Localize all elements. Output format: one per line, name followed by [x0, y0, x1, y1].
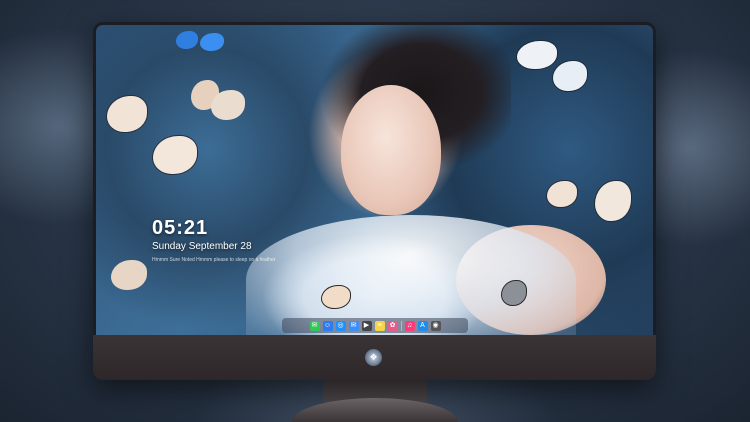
- wallpaper-dress: [246, 215, 576, 335]
- dock: ✉ ☺ ◎ ✉ ▶ ≡ ✿ ♫ A ◉: [282, 318, 468, 333]
- lockscreen-date: Sunday September 28: [152, 241, 252, 252]
- dock-separator: [400, 320, 402, 331]
- camera-icon[interactable]: ◉: [430, 320, 441, 331]
- appstore-icon[interactable]: A: [417, 320, 428, 331]
- music-icon[interactable]: ♫: [404, 320, 415, 331]
- lockscreen-time: 05:21: [152, 217, 209, 239]
- video-icon[interactable]: ▶: [361, 320, 372, 331]
- notes-icon[interactable]: ≡: [374, 320, 385, 331]
- screen-wallpaper: 05:21 Sunday September 28 Hmmm Sure Note…: [96, 25, 653, 335]
- messages-icon[interactable]: ✉: [309, 320, 320, 331]
- photos-icon[interactable]: ✿: [387, 320, 398, 331]
- brand-logo-icon: ❖: [365, 349, 382, 366]
- lockscreen-subtitle: Hmmm Sure Noted Hmmm please to sleep on …: [152, 257, 276, 263]
- wallpaper-face: [341, 85, 441, 215]
- mail-icon[interactable]: ✉: [348, 320, 359, 331]
- monitor: 05:21 Sunday September 28 Hmmm Sure Note…: [93, 22, 656, 380]
- finder-icon[interactable]: ☺: [322, 320, 333, 331]
- safari-icon[interactable]: ◎: [335, 320, 346, 331]
